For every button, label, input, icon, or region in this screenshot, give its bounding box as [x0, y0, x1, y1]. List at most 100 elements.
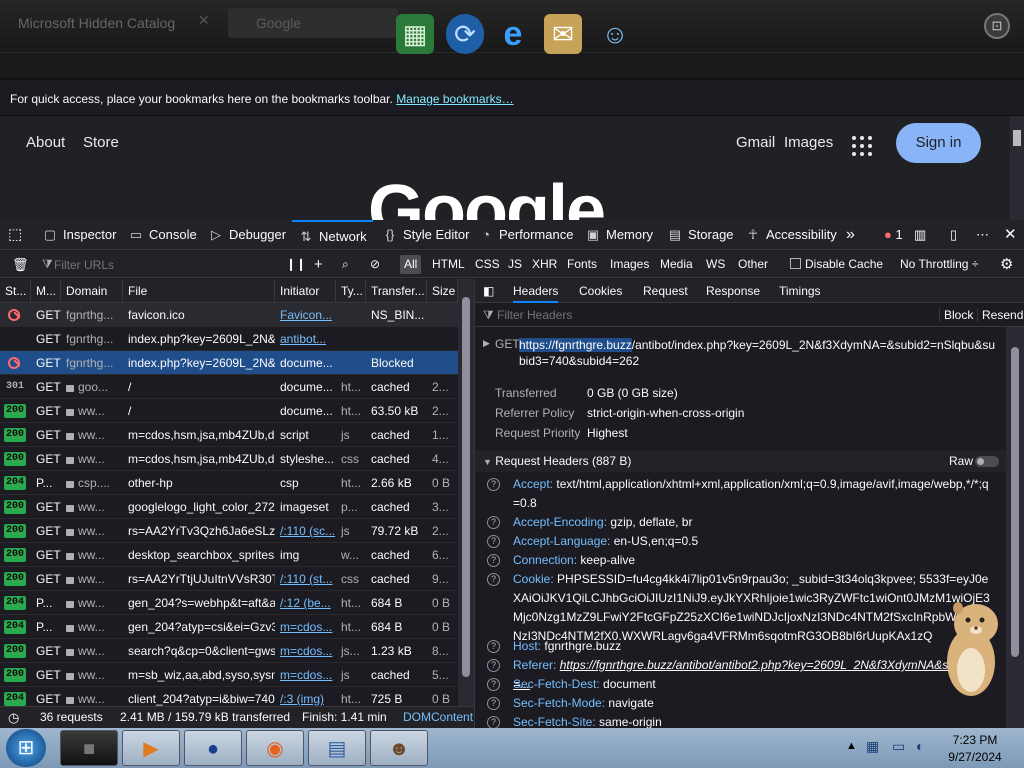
cell-initiator[interactable]: /:3 (img) [275, 687, 336, 706]
column-method[interactable]: M... [31, 279, 61, 303]
table-row[interactable]: 200 GET ww... googlelogo_light_color_272x im… [0, 495, 458, 519]
table-row[interactable]: 200 GET ww... rs=AA2YrTv3Qzh6Ja6eSLzWU_ /:11… [0, 519, 458, 543]
table-row[interactable]: 200 GET ww... / docume... ht... 63.50 kB 2... [0, 399, 458, 423]
filter-type-images[interactable]: Images [606, 255, 653, 274]
help-icon[interactable]: ? [487, 640, 500, 653]
table-row[interactable]: 204 P... csp.... other-hp csp ht... 2.66 kB 0 B [0, 471, 458, 495]
disable-cache-checkbox[interactable]: Disable Cache [786, 255, 887, 274]
help-icon[interactable]: ? [487, 516, 500, 529]
table-row[interactable]: 204 GET ww... client_204?atyp=i&biw=740& /:3… [0, 687, 458, 706]
tab-headers[interactable]: Headers [513, 279, 559, 303]
split-console-icon[interactable]: ▥ [914, 220, 926, 249]
notepad-icon[interactable]: ▤ [308, 730, 366, 766]
header-row[interactable]: Sec-Fetch-Dest: document [513, 675, 991, 694]
taskbar-clock[interactable]: 7:23 PM 9/27/2024 [940, 732, 1010, 766]
cell-initiator[interactable]: /:12 (be... [275, 591, 336, 615]
tab-request[interactable]: Request [643, 279, 688, 303]
black-box-app-icon[interactable]: ■ [60, 730, 118, 766]
filter-type-media[interactable]: Media [656, 255, 697, 274]
header-row[interactable]: Accept-Language: en-US,en;q=0.5 [513, 532, 991, 551]
cell-initiator[interactable]: m=cdos... [275, 663, 336, 687]
more-options-icon[interactable]: ⋯ [976, 220, 989, 249]
header-row[interactable]: Host: fgnrthgre.buzz [513, 637, 991, 656]
column-initiator[interactable]: Initiator [275, 279, 336, 303]
sign-in-button[interactable]: Sign in [896, 123, 981, 163]
block-urls-icon[interactable]: ⊘ [366, 255, 384, 274]
throttling-select[interactable]: No Throttling ÷ [896, 255, 982, 274]
responsive-design-icon[interactable]: ▯ [950, 220, 957, 249]
tab-accessibility[interactable]: ☥ Accessibility [745, 220, 837, 249]
users-icon[interactable]: ☺ [596, 14, 634, 54]
tab-timings[interactable]: Timings [779, 279, 821, 303]
tab-style-editor[interactable]: {} Style Editor [382, 220, 470, 249]
cell-initiator[interactable]: Favicon... [275, 303, 336, 327]
filter-type-css[interactable]: CSS [471, 255, 504, 274]
performance-analysis-icon[interactable]: ◷ [8, 707, 19, 728]
cell-initiator[interactable]: /:110 (st... [275, 567, 336, 591]
filter-type-xhr[interactable]: XHR [528, 255, 561, 274]
search-box[interactable]: Google [228, 8, 398, 38]
filter-type-ws[interactable]: WS [702, 255, 729, 274]
about-link[interactable]: About [26, 134, 65, 151]
tab-storage[interactable]: ▤ Storage [667, 220, 734, 249]
header-row[interactable]: Cookie: PHPSESSID=fu4cg4kk4i7lip01v5n9rp… [513, 570, 991, 646]
media-player-icon[interactable]: ▶ [122, 730, 180, 766]
table-row[interactable]: 200 GET ww... rs=AA2YrTtjUJuItnVVsR30T6 /:11… [0, 567, 458, 591]
error-count-badge[interactable]: ● 1 [884, 220, 903, 249]
filter-type-all[interactable]: All [400, 255, 422, 274]
column-transferred[interactable]: Transfer... [366, 279, 427, 303]
column-size[interactable]: Size [427, 279, 458, 303]
table-row[interactable]: 200 GET ww... search?q&cp=0&client=gws m=cdo… [0, 639, 458, 663]
request-url[interactable]: https://fgnrthgre.buzz/antibot/index.php… [519, 337, 995, 369]
world-icon[interactable]: ● [184, 730, 242, 766]
header-row[interactable]: Accept-Encoding: gzip, deflate, br [513, 513, 991, 532]
table-row[interactable]: 301 GET goo... / docume... ht... cached 2... [0, 375, 458, 399]
table-row[interactable]: 200 GET ww... desktop_searchbox_sprites3 img… [0, 543, 458, 567]
internet-explorer-icon[interactable]: e [494, 14, 532, 54]
manage-bookmarks-link[interactable]: Manage bookmarks… [396, 92, 513, 106]
expand-arrow-icon[interactable]: ▶ [483, 338, 490, 349]
cell-initiator[interactable]: antibot... [275, 327, 336, 351]
raw-toggle[interactable] [975, 456, 999, 467]
column-status[interactable]: St... [0, 279, 31, 303]
help-icon[interactable]: ? [487, 535, 500, 548]
help-icon[interactable]: ? [487, 678, 500, 691]
tray-network-icon[interactable]: ▦ [866, 738, 879, 755]
tab-memory[interactable]: ▣ Memory [585, 220, 653, 249]
firefox-icon[interactable]: ◉ [246, 730, 304, 766]
apps-grid-icon[interactable] [852, 136, 872, 156]
help-icon[interactable]: ? [487, 697, 500, 710]
help-icon[interactable]: ? [487, 573, 500, 586]
toolbox-icon[interactable]: ⊡ [984, 13, 1010, 39]
tab-console[interactable]: ▭ Console [128, 220, 197, 249]
winrar-icon[interactable]: ▦ [396, 14, 434, 54]
table-row[interactable]: GET fgnrthg... favicon.ico Favicon... NS_BIN… [0, 303, 458, 327]
filter-urls-input[interactable] [54, 255, 274, 274]
tab-title[interactable]: Microsoft Hidden Catalog [10, 10, 220, 36]
table-row[interactable]: 204 P... ww... gen_204?s=webhp&t=aft&a /:12 … [0, 591, 458, 615]
filter-type-html[interactable]: HTML [428, 255, 469, 274]
show-hidden-icons[interactable]: ▲ [846, 740, 857, 752]
filter-headers-input[interactable] [497, 306, 797, 324]
contact-app-icon[interactable]: ☻ [370, 730, 428, 766]
tab-network[interactable]: ⇅ Network [292, 220, 373, 249]
cell-initiator[interactable]: m=cdos... [275, 615, 336, 639]
tray-monitor-icon[interactable]: ▭ [892, 738, 905, 755]
table-row[interactable]: GET fgnrthg... index.php?key=2609L_2N&f3 an… [0, 327, 458, 351]
header-row[interactable]: Connection: keep-alive [513, 551, 991, 570]
tab-debugger[interactable]: ▷ Debugger [208, 220, 286, 249]
page-scrollbar[interactable] [1010, 116, 1024, 220]
network-settings-icon[interactable]: ⚙ [996, 255, 1017, 274]
mail-icon[interactable]: ✉ [544, 14, 582, 54]
gmail-link[interactable]: Gmail [736, 134, 775, 151]
tab-inspector[interactable]: ▢ Inspector [42, 220, 117, 249]
windows-update-icon[interactable]: ⟳ [446, 14, 484, 54]
filter-type-js[interactable]: JS [504, 255, 526, 274]
tab-cookies[interactable]: Cookies [579, 279, 622, 303]
header-row[interactable]: Sec-Fetch-Site: same-origin [513, 713, 991, 728]
table-row[interactable]: GET fgnrthg... index.php?key=2609L_2N&f3 do… [0, 351, 458, 375]
toggle-sidebar-icon[interactable]: ◧ [483, 279, 494, 303]
column-domain[interactable]: Domain [61, 279, 123, 303]
store-link[interactable]: Store [83, 134, 119, 151]
request-list-scrollbar[interactable] [458, 279, 474, 706]
